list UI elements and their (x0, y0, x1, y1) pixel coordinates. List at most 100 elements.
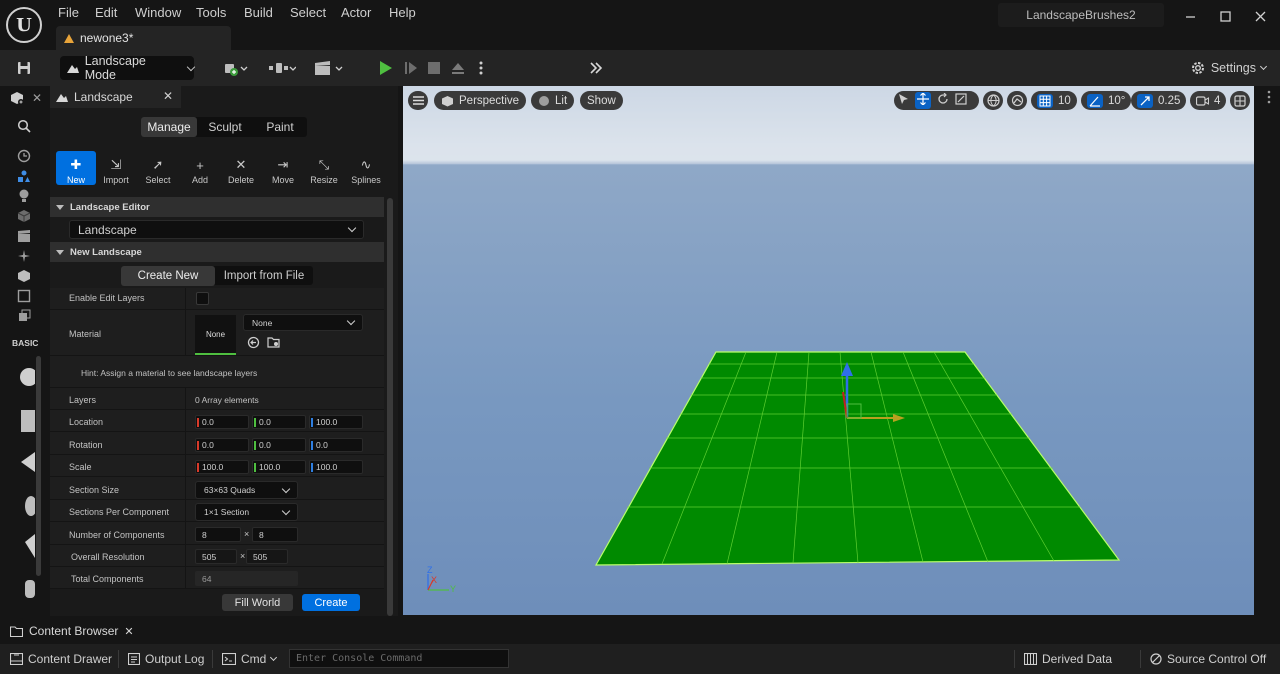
source-control-button[interactable]: Source Control Off (1144, 648, 1272, 670)
console-command-input[interactable]: Enter Console Command (289, 649, 509, 668)
derived-data-button[interactable]: Derived Data (1018, 648, 1118, 670)
location-x-field[interactable]: 0.0 (195, 415, 249, 429)
tool-new[interactable]: ✚ New (56, 151, 96, 185)
tool-import[interactable]: ⇲ Import (96, 151, 136, 185)
viewport-options-button[interactable] (408, 91, 428, 110)
recent-icon[interactable] (15, 148, 33, 164)
level-viewport[interactable]: Z X Y Perspective Lit Show 10 10° 0.25 4 (403, 86, 1254, 615)
sections-per-component-dropdown[interactable]: 1×1 Section (195, 503, 298, 521)
tab-manage[interactable]: Manage (141, 117, 197, 137)
play-button[interactable] (374, 56, 396, 80)
add-actor-button[interactable] (218, 56, 252, 80)
components-y-field[interactable]: 8 (252, 527, 298, 542)
content-browser-tab[interactable]: Content Browser ✕ (4, 620, 140, 642)
tool-delete[interactable]: ✕ Delete (221, 151, 261, 185)
menu-file[interactable]: File (58, 5, 79, 20)
visual-effects-icon[interactable] (15, 248, 33, 264)
basic-actor-thumbnails[interactable] (11, 362, 38, 612)
location-y-field[interactable]: 0.0 (252, 415, 306, 429)
volumes-icon[interactable] (15, 288, 33, 304)
close-icon[interactable]: ✕ (163, 89, 173, 103)
tab-sculpt[interactable]: Sculpt (197, 117, 253, 137)
scale-z-field[interactable]: 100.0 (309, 460, 363, 474)
menu-window[interactable]: Window (135, 5, 181, 20)
close-icon[interactable]: ✕ (28, 90, 46, 106)
save-button[interactable] (14, 56, 34, 80)
mode-selector[interactable]: Landscape Mode (60, 54, 196, 82)
use-selected-asset-icon[interactable] (247, 336, 260, 349)
strip-scrollbar[interactable] (36, 356, 41, 576)
settings-button[interactable]: Settings (1190, 56, 1268, 80)
menu-edit[interactable]: Edit (95, 5, 117, 20)
tool-add[interactable]: + Add (180, 151, 220, 185)
landscape-editor-section[interactable]: Landscape Editor (50, 197, 384, 217)
cmd-button[interactable]: Cmd (216, 648, 282, 670)
cinematic-icon[interactable] (15, 228, 33, 244)
enable-edit-layers-checkbox[interactable] (196, 292, 209, 305)
stop-button[interactable] (424, 56, 444, 80)
menu-build[interactable]: Build (244, 5, 273, 20)
resolution-y-field[interactable]: 505 (246, 549, 288, 564)
level-document-tab[interactable]: newone3* (56, 26, 231, 50)
grid-snap-toggle[interactable] (1037, 93, 1053, 108)
coordinate-system-button[interactable] (983, 91, 1003, 110)
menu-help[interactable]: Help (389, 5, 416, 20)
menu-actor[interactable]: Actor (341, 5, 371, 20)
rotation-snap-button[interactable]: 10° (1081, 91, 1132, 110)
landscape-select-dropdown[interactable]: Landscape (69, 220, 364, 239)
advance-frame-button[interactable] (401, 56, 421, 80)
rotate-mode-button[interactable] (937, 92, 949, 108)
content-drawer-button[interactable]: Content Drawer (4, 648, 118, 670)
tool-resize[interactable]: ⤡ Resize (304, 151, 344, 185)
show-button[interactable]: Show (580, 91, 623, 110)
viewport-layout-button[interactable] (1230, 91, 1250, 110)
shapes-icon[interactable] (15, 168, 33, 184)
minimize-button[interactable] (1176, 4, 1204, 28)
tool-move[interactable]: ⇥ Move (263, 151, 303, 185)
all-classes-icon[interactable] (15, 308, 33, 324)
lights-icon[interactable] (15, 188, 33, 204)
maximize-button[interactable] (1211, 4, 1239, 28)
material-dropdown[interactable]: None (243, 314, 363, 331)
translate-mode-button[interactable] (915, 92, 931, 109)
more-vertical-icon[interactable] (1267, 90, 1271, 104)
close-icon[interactable]: ✕ (124, 625, 133, 638)
perspective-button[interactable]: Perspective (434, 91, 527, 110)
eject-button[interactable] (447, 56, 469, 80)
lit-button[interactable]: Lit (531, 91, 575, 110)
scale-x-field[interactable]: 100.0 (195, 460, 249, 474)
rotation-snap-toggle[interactable] (1087, 93, 1103, 108)
unreal-logo[interactable]: U (6, 7, 42, 43)
tab-create-new[interactable]: Create New (121, 266, 215, 286)
new-landscape-section[interactable]: New Landscape (50, 242, 384, 262)
section-size-dropdown[interactable]: 63×63 Quads (195, 481, 298, 499)
camera-speed-button[interactable]: 4 (1190, 91, 1227, 110)
scale-snap-button[interactable]: 0.25 (1131, 91, 1187, 110)
rotation-y-field[interactable]: 0.0 (252, 438, 306, 452)
scale-y-field[interactable]: 100.0 (252, 460, 306, 474)
fill-world-button[interactable]: Fill World (222, 594, 293, 611)
rotation-z-field[interactable]: 0.0 (309, 438, 363, 452)
blueprints-button[interactable] (265, 56, 299, 80)
material-thumbnail[interactable]: None (195, 315, 236, 355)
menu-tools[interactable]: Tools (196, 5, 226, 20)
browse-asset-icon[interactable] (267, 336, 281, 349)
place-actors-icon[interactable] (8, 90, 26, 106)
landscape-panel-tab[interactable]: Landscape (50, 86, 181, 108)
create-button[interactable]: Create (302, 594, 360, 611)
tab-paint[interactable]: Paint (253, 117, 307, 137)
scale-snap-toggle[interactable] (1137, 93, 1153, 108)
scale-mode-button[interactable] (955, 93, 967, 108)
cinematics-button[interactable] (311, 56, 345, 80)
tool-select[interactable]: ➚ Select (138, 151, 178, 185)
panel-scrollbar[interactable] (387, 198, 393, 616)
search-icon[interactable] (15, 118, 33, 134)
location-z-field[interactable]: 100.0 (309, 415, 363, 429)
menu-select[interactable]: Select (290, 5, 326, 20)
resolution-x-field[interactable]: 505 (195, 549, 237, 564)
output-log-button[interactable]: Output Log (122, 648, 210, 670)
surface-snapping-button[interactable] (1007, 91, 1027, 110)
components-x-field[interactable]: 8 (195, 527, 241, 542)
select-mode-button[interactable] (898, 93, 909, 108)
cube-icon[interactable] (15, 208, 33, 224)
